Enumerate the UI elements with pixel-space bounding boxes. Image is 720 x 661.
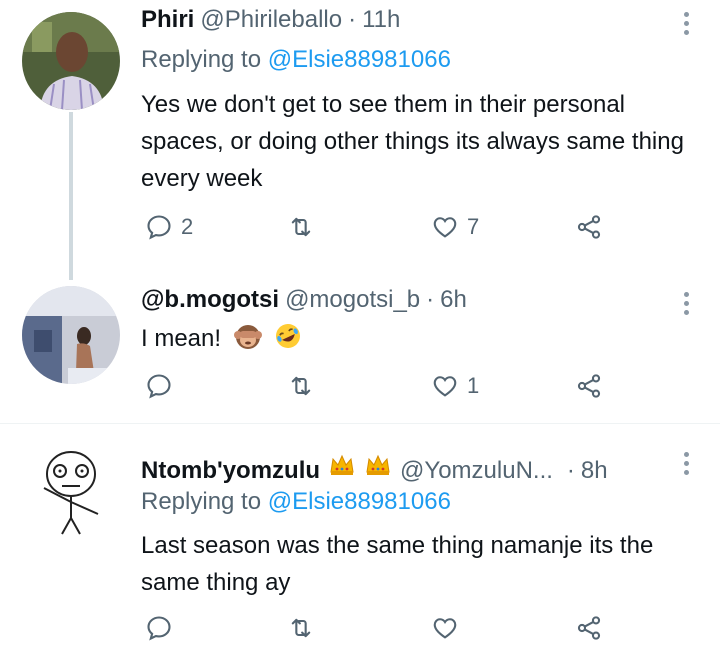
reply-icon	[147, 374, 171, 399]
more-options-icon[interactable]	[684, 292, 690, 315]
tweet-header: Ntomb'yomzulu @YomzuluN... · 8h	[141, 450, 608, 485]
like-icon	[433, 376, 457, 397]
replying-to: Replying to @Elsie88981066	[141, 488, 451, 516]
reply-count: 2	[181, 214, 194, 239]
avatar-mogotsi[interactable]	[22, 286, 120, 384]
tweet-header: @b.mogotsi @mogotsi_b · 6h	[141, 286, 467, 314]
tweet-text: I mean!	[141, 325, 222, 352]
reply-button[interactable]	[145, 372, 181, 400]
tweet-text-row: I mean!	[141, 320, 701, 357]
display-name[interactable]: Ntomb'yomzulu	[141, 457, 320, 485]
separator-dot: ·	[566, 457, 575, 484]
share-icon	[577, 215, 601, 239]
retweet-button[interactable]	[287, 213, 315, 241]
tweet-actions: 1	[145, 372, 615, 402]
mention-link[interactable]: @Elsie88981066	[268, 488, 451, 515]
retweet-icon	[291, 618, 311, 638]
replying-prefix: Replying to	[141, 488, 262, 515]
more-options-icon[interactable]	[684, 12, 690, 35]
tweet-actions	[145, 614, 615, 644]
crown-emoji	[330, 454, 354, 475]
timestamp[interactable]: 8h	[581, 457, 608, 485]
like-count: 7	[467, 214, 480, 239]
reply-icon	[147, 616, 171, 641]
thread-line	[69, 112, 73, 280]
user-handle[interactable]: @mogotsi_b	[285, 286, 420, 314]
reply-button[interactable]: 2	[145, 213, 193, 241]
avatar-phiri[interactable]	[22, 12, 120, 110]
reply-icon	[147, 215, 171, 240]
crown-emoji	[366, 454, 390, 475]
tweet-header: Phiri @Phirileballo · 11h	[141, 6, 400, 34]
more-options-icon[interactable]	[684, 452, 690, 475]
retweet-icon	[291, 376, 311, 396]
tweet-mogotsi[interactable]: @b.mogotsi @mogotsi_b · 6h I mean! 1	[0, 280, 720, 420]
user-handle[interactable]: @YomzuluN...	[400, 457, 553, 485]
share-button[interactable]	[575, 372, 603, 400]
replying-to: Replying to @Elsie88981066	[141, 46, 451, 74]
retweet-icon	[291, 217, 311, 237]
display-name[interactable]: Phiri	[141, 6, 194, 34]
like-icon	[433, 217, 457, 238]
like-icon	[433, 618, 457, 639]
user-handle[interactable]: @Phirileballo	[200, 6, 342, 34]
tweet-text: Last season was the same thing namanje i…	[141, 532, 654, 596]
avatar-ntombyomzulu[interactable]	[22, 438, 120, 536]
timestamp[interactable]: 6h	[440, 286, 467, 314]
share-button[interactable]	[575, 614, 603, 642]
rolling-on-floor-laughing-emoji	[276, 324, 301, 348]
timestamp[interactable]: 11h	[362, 6, 400, 34]
share-icon	[577, 374, 601, 398]
retweet-button[interactable]	[287, 614, 315, 642]
like-button[interactable]	[431, 614, 467, 642]
tweet-phiri[interactable]: Phiri @Phirileballo · 11h Replying to @E…	[0, 0, 720, 280]
like-count: 1	[467, 373, 480, 398]
separator-dot: ·	[426, 286, 435, 313]
mention-link[interactable]: @Elsie88981066	[268, 46, 451, 73]
like-button[interactable]: 1	[431, 372, 479, 400]
retweet-button[interactable]	[287, 372, 315, 400]
share-icon	[577, 616, 601, 640]
tweet-text: Yes we don't get to see them in their pe…	[141, 91, 684, 192]
share-button[interactable]	[575, 213, 603, 241]
see-no-evil-monkey-emoji	[233, 325, 262, 349]
replying-prefix: Replying to	[141, 46, 262, 73]
tweet-actions: 2 7	[145, 213, 615, 243]
like-button[interactable]: 7	[431, 213, 479, 241]
reply-button[interactable]	[145, 614, 181, 642]
separator-dot: ·	[348, 6, 357, 33]
display-name[interactable]: @b.mogotsi	[141, 286, 279, 314]
tweet-ntombyomzulu[interactable]: Ntomb'yomzulu @YomzuluN... · 8h Replying…	[0, 424, 720, 661]
